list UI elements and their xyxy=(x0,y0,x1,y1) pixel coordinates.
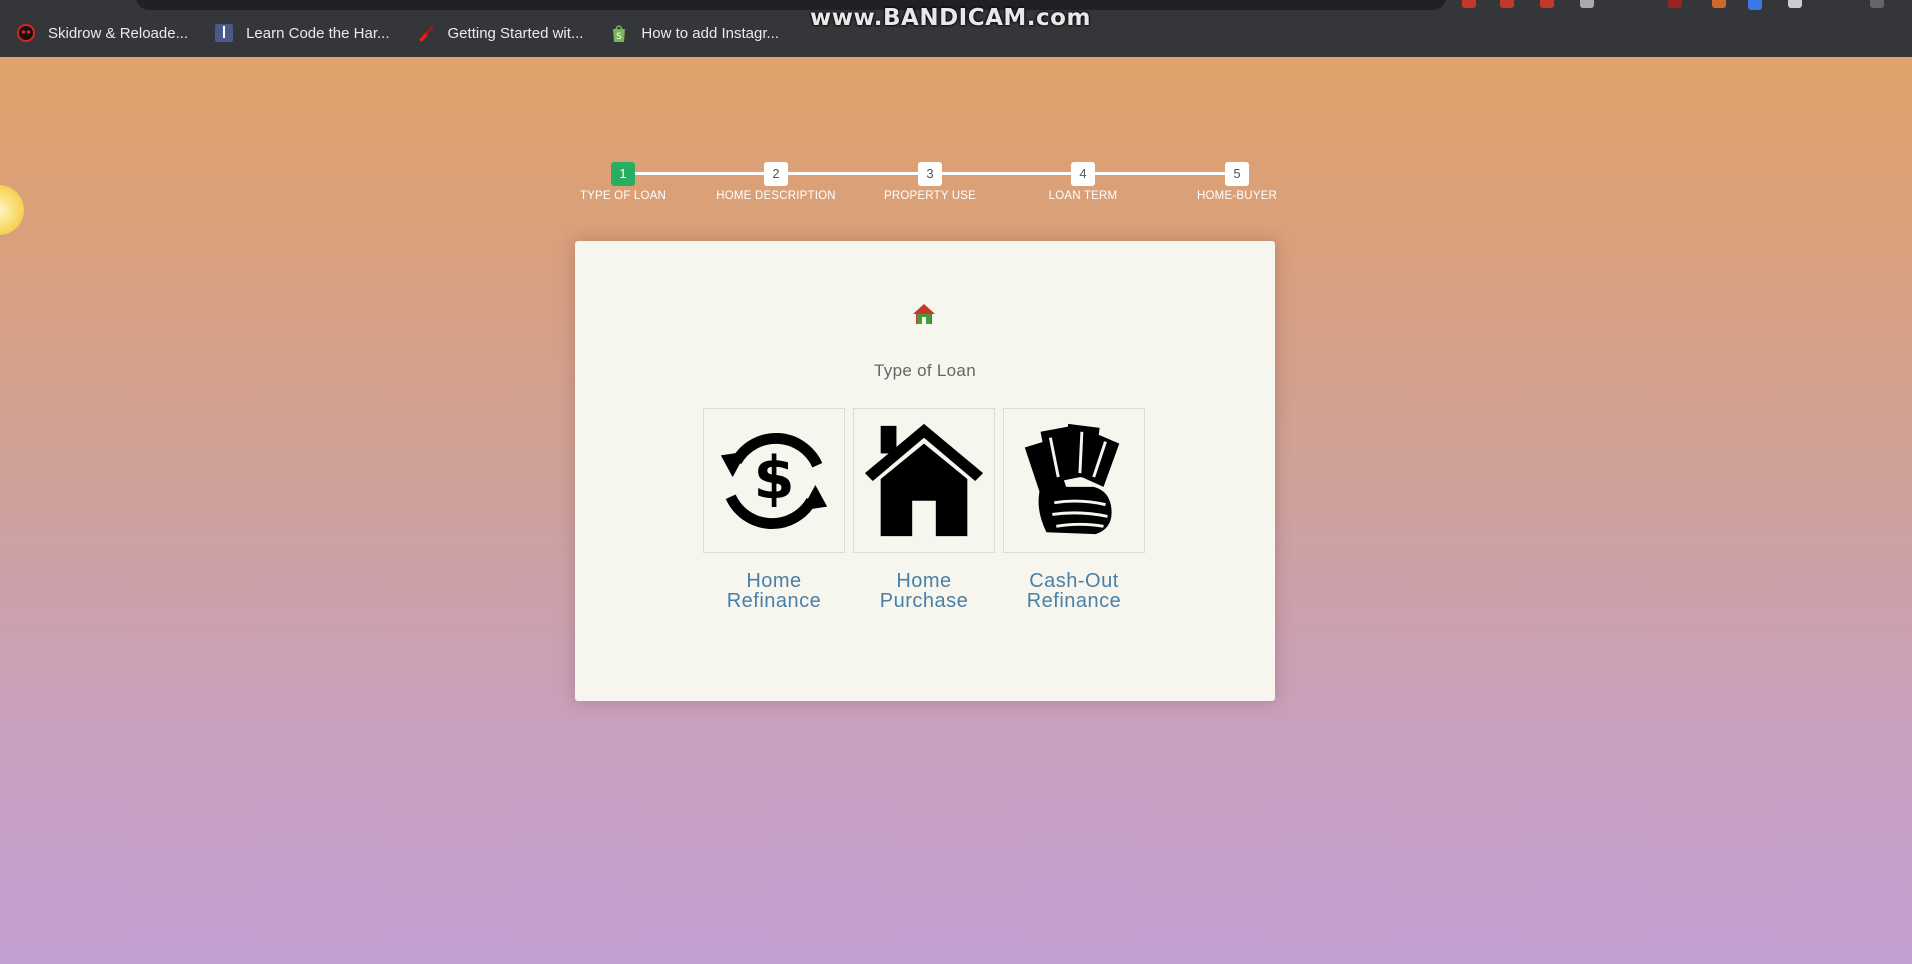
skull-icon xyxy=(16,23,36,43)
browser-chrome: www.BANDICAM.com Skidrow & Reloade... Le… xyxy=(0,0,1912,57)
bookmark-label: Getting Started wit... xyxy=(447,24,584,42)
extension-icon[interactable] xyxy=(1462,0,1476,8)
step-label: PROPERTY USE xyxy=(883,190,977,202)
loan-options: $ Home Refinance Home Purchase Cash-Out … xyxy=(703,408,1153,611)
option-home-refinance[interactable]: $ Home Refinance xyxy=(703,408,845,611)
extension-icon[interactable] xyxy=(1668,0,1682,8)
bookmark-label: How to add Instagr... xyxy=(641,24,779,42)
bookmark-learn-code[interactable]: Learn Code the Har... xyxy=(198,19,399,47)
bookmark-label: Learn Code the Har... xyxy=(246,24,390,42)
step-label: LOAN TERM xyxy=(1048,190,1118,202)
dollar-refresh-icon: $ xyxy=(720,432,828,529)
extension-icon[interactable] xyxy=(1580,0,1594,8)
option-label: Cash-Out Refinance xyxy=(1026,570,1122,612)
book-icon xyxy=(214,23,234,43)
step-property-use[interactable]: 3 PROPERTY USE xyxy=(850,162,1010,202)
extension-icon[interactable] xyxy=(1540,0,1554,8)
svg-text:S: S xyxy=(617,32,623,42)
extension-icon[interactable] xyxy=(1788,0,1802,8)
step-number: 3 xyxy=(918,162,942,186)
step-label: TYPE OF LOAN xyxy=(579,190,667,202)
step-number: 2 xyxy=(764,162,788,186)
step-number: 1 xyxy=(611,162,635,186)
card-title: Type of Loan xyxy=(874,361,976,380)
bookmarks-bar: Skidrow & Reloade... Learn Code the Har.… xyxy=(0,19,789,47)
profile-avatar[interactable] xyxy=(1870,0,1884,8)
progress-stepper: 1 TYPE OF LOAN 2 HOME DESCRIPTION 3 PROP… xyxy=(575,162,1295,202)
step-label: HOME-BUYER xyxy=(1197,190,1277,202)
step-number: 4 xyxy=(1071,162,1095,186)
extension-icons xyxy=(1462,0,1912,10)
address-bar[interactable] xyxy=(136,0,1446,10)
option-tile[interactable]: $ xyxy=(703,408,845,553)
option-home-purchase[interactable]: Home Purchase xyxy=(853,408,995,611)
bookmark-label: Skidrow & Reloade... xyxy=(48,24,189,42)
bookmark-instagram-howto[interactable]: S How to add Instagr... xyxy=(593,19,789,47)
guitar-icon xyxy=(416,23,436,43)
svg-text:$: $ xyxy=(753,443,794,512)
step-number: 5 xyxy=(1225,162,1249,186)
option-label: Home Purchase xyxy=(879,570,969,612)
extension-icon[interactable] xyxy=(1712,0,1726,8)
floating-widget[interactable] xyxy=(0,185,24,235)
option-tile[interactable] xyxy=(1003,408,1145,553)
house-icon xyxy=(864,423,984,536)
step-home-description[interactable]: 2 HOME DESCRIPTION xyxy=(696,162,856,202)
cash-in-hand-icon xyxy=(1024,423,1120,534)
home-icon xyxy=(912,303,936,325)
option-tile[interactable] xyxy=(853,408,995,553)
extension-icon[interactable] xyxy=(1500,0,1514,8)
shopify-bag-icon: S xyxy=(609,23,629,43)
step-loan-term[interactable]: 4 LOAN TERM xyxy=(1003,162,1163,202)
extension-icon[interactable] xyxy=(1748,0,1762,10)
bookmark-skidrow[interactable]: Skidrow & Reloade... xyxy=(0,19,198,47)
option-label: Home Refinance xyxy=(726,570,822,612)
step-type-of-loan[interactable]: 1 TYPE OF LOAN xyxy=(543,162,703,202)
loan-type-card: Type of Loan $ Home Refinance Home Purch… xyxy=(575,241,1275,701)
bookmark-getting-started[interactable]: Getting Started wit... xyxy=(400,19,594,47)
option-cash-out-refinance[interactable]: Cash-Out Refinance xyxy=(1003,408,1145,611)
step-label: HOME DESCRIPTION xyxy=(716,190,836,202)
step-home-buyer[interactable]: 5 HOME-BUYER xyxy=(1157,162,1317,202)
recording-watermark: www.BANDICAM.com xyxy=(810,5,1091,31)
